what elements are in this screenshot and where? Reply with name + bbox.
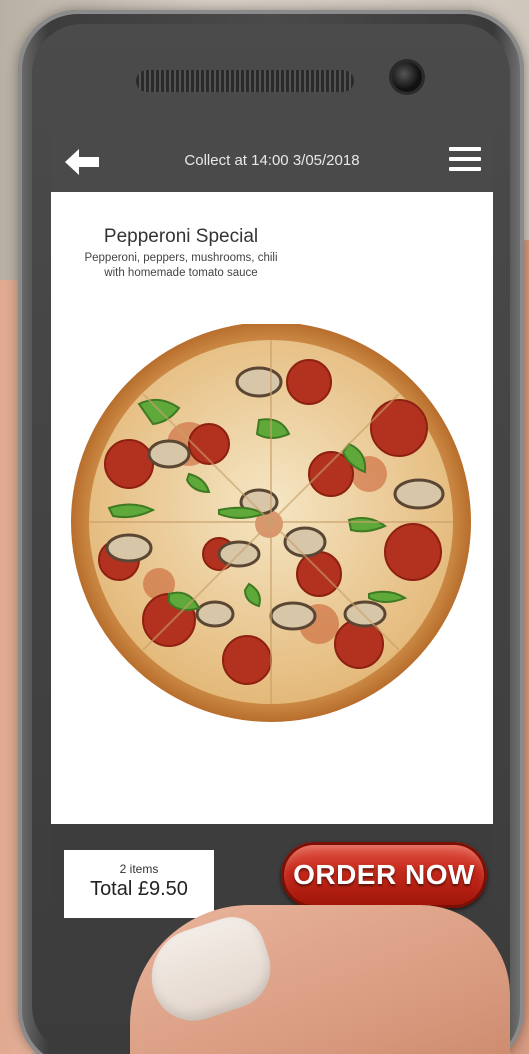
order-now-button[interactable]: ORDER NOW	[281, 842, 487, 908]
arrow-left-icon	[65, 149, 99, 175]
front-camera	[392, 62, 422, 92]
product-description-line2: with homemade tomato sauce	[104, 267, 258, 279]
photo-scene: Collect at 14:00 3/05/2018 Pepperoni Spe…	[0, 0, 529, 1054]
hamburger-menu-button[interactable]	[447, 144, 483, 178]
app-screen: Collect at 14:00 3/05/2018 Pepperoni Spe…	[51, 132, 493, 930]
product-description-line1: Pepperoni, peppers, mushrooms, chili	[84, 252, 278, 264]
speaker-grille	[136, 70, 354, 92]
hamburger-menu-icon	[447, 147, 483, 171]
product-description: Pepperoni, peppers, mushrooms, chili wit…	[51, 251, 311, 281]
app-header: Collect at 14:00 3/05/2018	[51, 132, 493, 192]
pizza-image	[71, 324, 471, 722]
product-name: Pepperoni Special	[103, 226, 259, 247]
cart-summary: 2 items Total £9.50	[64, 850, 214, 918]
collection-time-title: Collect at 14:00 3/05/2018	[184, 152, 360, 169]
cart-total: Total £9.50	[90, 878, 188, 900]
product-content: Pepperoni Special Pepperoni, peppers, mu…	[51, 192, 493, 824]
item-count: 2 items	[119, 862, 159, 876]
back-button[interactable]	[61, 144, 105, 180]
phone-device: Collect at 14:00 3/05/2018 Pepperoni Spe…	[18, 10, 524, 1054]
